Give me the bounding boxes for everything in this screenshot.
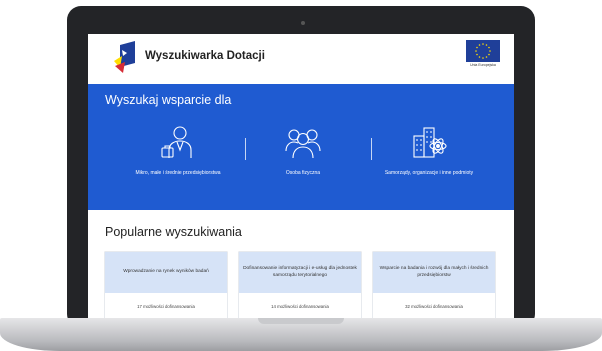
search-title: Wyszukaj wsparcie dla — [105, 93, 232, 107]
search-section: Wyszukaj wsparcie dla Mikro, małe i śred… — [88, 84, 514, 210]
card-count: 32 możliwości dofinansowania — [405, 304, 463, 309]
funds-logo-icon[interactable] — [114, 41, 136, 75]
card-header: Wsparcie na badania i rozwój dla małych … — [373, 252, 495, 293]
site-header: Wyszukiwarka Dotacji Unia Europejska — [88, 34, 514, 84]
category-label: Mikro, małe i średnie przedsiębiorstwa — [135, 170, 221, 176]
category-institutions[interactable]: Samorządy, organizacje i inne podmioty — [369, 118, 489, 198]
card-title: Wsparcie na badania i rozwój dla małych … — [379, 266, 489, 278]
card-header: Wprowadzanie na rynek wyników badań — [105, 252, 227, 293]
card-title: Wprowadzanie na rynek wyników badań — [123, 269, 209, 275]
popular-card[interactable]: Wsparcie na badania i rozwój dla małych … — [373, 252, 495, 318]
category-sme[interactable]: Mikro, małe i średnie przedsiębiorstwa — [118, 118, 238, 198]
card-title: Dofinansowanie informatyzacji i e-usług … — [243, 266, 357, 278]
category-individual[interactable]: Osoba fizyczna — [243, 118, 363, 198]
popular-card[interactable]: Wprowadzanie na rynek wyników badań 17 m… — [105, 252, 227, 318]
laptop-notch — [258, 318, 344, 324]
buildings-icon — [413, 127, 447, 158]
card-header: Dofinansowanie informatyzacji i e-usług … — [239, 252, 361, 293]
businessman-icon — [161, 126, 192, 158]
browser-screen: Wyszukiwarka Dotacji Unia Europejska Wys… — [88, 34, 514, 318]
category-label: Samorządy, organizacje i inne podmioty — [384, 170, 474, 176]
site-title[interactable]: Wyszukiwarka Dotacji — [145, 50, 265, 62]
card-count: 14 możliwości dofinansowania — [271, 304, 329, 309]
category-label: Osoba fizyczna — [285, 170, 321, 176]
people-group-icon — [285, 129, 321, 159]
eu-flag-icon — [466, 40, 500, 62]
popular-title: Popularne wyszukiwania — [105, 225, 242, 239]
eu-label: Unia Europejska — [470, 63, 496, 67]
camera-icon — [301, 21, 305, 25]
popular-card[interactable]: Dofinansowanie informatyzacji i e-usług … — [239, 252, 361, 318]
card-count: 17 możliwości dofinansowania — [137, 304, 195, 309]
